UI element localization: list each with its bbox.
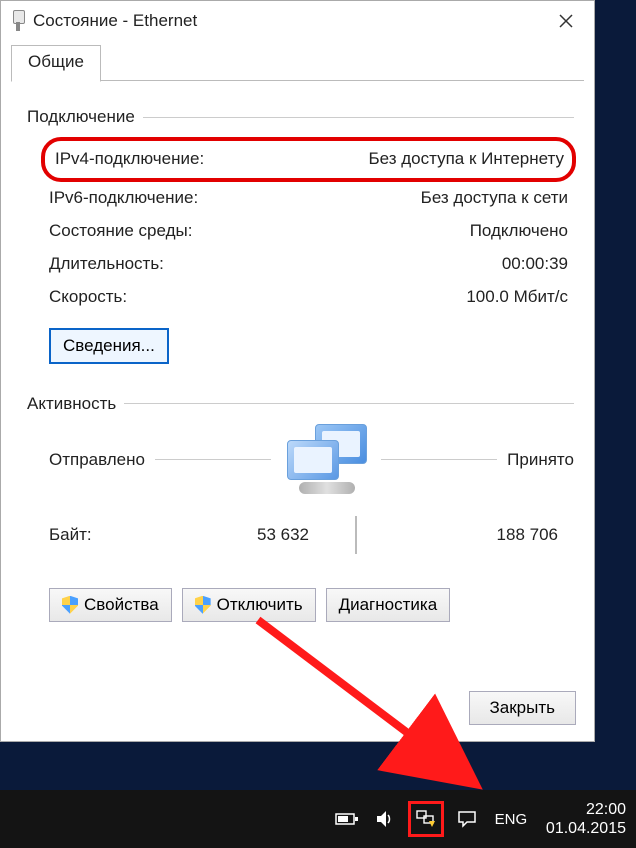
window-title: Состояние - Ethernet (27, 11, 544, 31)
duration-label: Длительность: (49, 253, 164, 276)
vertical-divider (355, 516, 357, 554)
uac-shield-icon (195, 596, 211, 614)
connection-group-header: Подключение (27, 107, 574, 127)
taskbar-time: 22:00 (546, 800, 626, 819)
uac-shield-icon (62, 596, 78, 614)
ethernet-icon (9, 10, 27, 32)
window-close-button[interactable] (544, 5, 588, 37)
activity-diagram: Отправлено Принято (27, 424, 574, 496)
taskbar-date: 01.04.2015 (546, 819, 626, 838)
duration-row: Длительность: 00:00:39 (27, 248, 574, 281)
ipv4-label: IPv4-подключение: (55, 148, 204, 171)
duration-value: 00:00:39 (502, 253, 568, 276)
divider (381, 459, 497, 460)
ipv6-label: IPv6-подключение: (49, 187, 198, 210)
ipv4-row: IPv4-подключение: Без доступа к Интернет… (55, 143, 564, 176)
network-computers-icon (281, 424, 371, 496)
details-button-label: Сведения... (63, 336, 155, 355)
diagnose-button[interactable]: Диагностика (326, 588, 451, 622)
bytes-label: Байт: (49, 525, 169, 545)
properties-button[interactable]: Свойства (49, 588, 172, 622)
action-center-tray-icon[interactable] (452, 804, 482, 834)
ipv4-value: Без доступа к Интернету (368, 148, 564, 171)
tab-label: Общие (28, 52, 84, 71)
action-button-row: Свойства Отключить Диагностика (49, 588, 574, 622)
close-button-label: Закрыть (490, 698, 555, 718)
dialog-footer: Закрыть (469, 691, 576, 725)
ipv6-row: IPv6-подключение: Без доступа к сети (27, 182, 574, 215)
divider (155, 459, 271, 460)
media-state-label: Состояние среды: (49, 220, 192, 243)
battery-tray-icon[interactable] (332, 804, 362, 834)
media-state-value: Подключено (470, 220, 568, 243)
bytes-received-value: 188 706 (403, 525, 568, 545)
speed-label: Скорость: (49, 286, 127, 309)
divider (124, 403, 574, 404)
activity-group-header: Активность (27, 394, 574, 414)
language-label: ENG (495, 811, 528, 828)
disable-button[interactable]: Отключить (182, 588, 316, 622)
details-button[interactable]: Сведения... (49, 328, 169, 364)
ipv6-value: Без доступа к сети (421, 187, 568, 210)
bytes-sent-value: 53 632 (169, 525, 309, 545)
speed-value: 100.0 Мбит/с (466, 286, 568, 309)
properties-button-label: Свойства (84, 595, 159, 615)
volume-tray-icon[interactable] (370, 804, 400, 834)
taskbar-clock[interactable]: 22:00 01.04.2015 (546, 800, 626, 838)
activity-group-label: Активность (27, 394, 116, 414)
tab-general[interactable]: Общие (11, 45, 101, 82)
connection-group-label: Подключение (27, 107, 135, 127)
bytes-row: Байт: 53 632 188 706 (27, 506, 574, 562)
diagnose-button-label: Диагностика (339, 595, 438, 615)
taskbar: ENG 22:00 01.04.2015 (0, 790, 636, 848)
disable-button-label: Отключить (217, 595, 303, 615)
ipv4-highlight-annotation: IPv4-подключение: Без доступа к Интернет… (41, 137, 576, 182)
network-tray-icon[interactable] (408, 801, 444, 837)
close-button[interactable]: Закрыть (469, 691, 576, 725)
language-indicator[interactable]: ENG (490, 804, 532, 834)
sent-label: Отправлено (49, 450, 145, 470)
ethernet-status-window: Состояние - Ethernet Общие Подключение I… (0, 0, 595, 742)
received-label: Принято (507, 450, 574, 470)
speed-row: Скорость: 100.0 Мбит/с (27, 281, 574, 314)
titlebar: Состояние - Ethernet (1, 1, 594, 41)
network-warning-icon (415, 809, 437, 829)
tab-strip: Общие (11, 45, 584, 81)
divider (143, 117, 574, 118)
media-state-row: Состояние среды: Подключено (27, 215, 574, 248)
close-icon (559, 14, 573, 28)
dialog-body: Подключение IPv4-подключение: Без доступ… (1, 81, 594, 622)
